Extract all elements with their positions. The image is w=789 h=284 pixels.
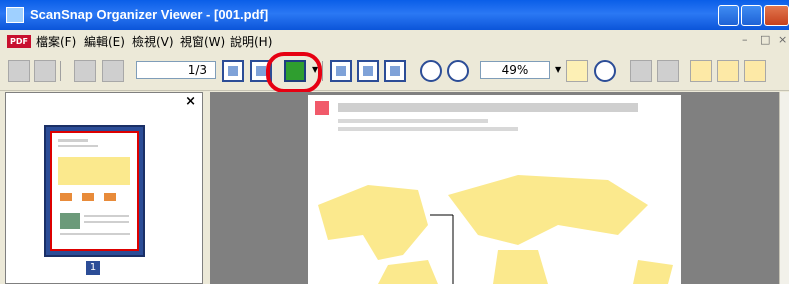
next-page-icon[interactable]: [222, 60, 244, 82]
menu-file[interactable]: 檔案(F): [36, 33, 76, 50]
previous-page-icon[interactable]: [102, 60, 124, 82]
close-panel-icon[interactable]: ×: [185, 94, 196, 109]
save-icon[interactable]: [8, 60, 30, 82]
window-title: ScanSnap Organizer Viewer - [001.pdf]: [30, 7, 269, 22]
fit-page-icon[interactable]: [384, 60, 406, 82]
document-page: [308, 95, 681, 284]
menu-window[interactable]: 視窗(W): [180, 33, 225, 50]
menu-edit[interactable]: 編輯(E): [84, 33, 125, 50]
menu-bar: PDF 檔案(F) 編輯(E) 檢視(V) 視窗(W) 說明(H) – □ ×: [0, 30, 789, 52]
zoom-in-icon[interactable]: [420, 60, 442, 82]
marquee-zoom-icon[interactable]: [594, 60, 616, 82]
zoom-dropdown-icon[interactable]: ▼: [555, 65, 561, 74]
fit-height-icon[interactable]: [330, 60, 352, 82]
mdi-restore-icon[interactable]: □: [760, 33, 770, 46]
close-button[interactable]: [764, 5, 789, 26]
hand-tool-icon[interactable]: [566, 60, 588, 82]
print-icon[interactable]: [34, 60, 56, 82]
mdi-close-icon[interactable]: ×: [778, 33, 787, 46]
callout-highlight: [266, 52, 322, 93]
delete-icon[interactable]: [657, 60, 679, 82]
page-number-label[interactable]: 1: [86, 261, 100, 275]
zoom-out-icon[interactable]: [447, 60, 469, 82]
menu-help[interactable]: 說明(H): [230, 33, 272, 50]
thumbnail-frame[interactable]: [44, 125, 145, 257]
fit-width-icon[interactable]: [357, 60, 379, 82]
pdf-icon: PDF: [7, 35, 31, 48]
app-icon: [6, 7, 24, 23]
vertical-scrollbar[interactable]: [779, 92, 789, 284]
mdi-minimize-icon[interactable]: –: [742, 33, 748, 46]
minimize-button[interactable]: [718, 5, 739, 26]
menu-view[interactable]: 檢視(V): [132, 33, 174, 50]
first-page-icon[interactable]: [74, 60, 96, 82]
rotate-left-icon[interactable]: [690, 60, 712, 82]
zoom-field[interactable]: 49%: [480, 61, 550, 79]
title-bar: ScanSnap Organizer Viewer - [001.pdf]: [0, 0, 789, 30]
thumbnail-panel: × 1: [5, 92, 203, 284]
world-map-illustration: [318, 175, 673, 284]
document-area: [210, 92, 779, 284]
rotate-180-icon[interactable]: [717, 60, 739, 82]
rotate-right-icon[interactable]: [744, 60, 766, 82]
page-number-field[interactable]: 1/3: [136, 61, 216, 79]
undo-icon[interactable]: [630, 60, 652, 82]
maximize-button[interactable]: [741, 5, 762, 26]
toolbar: 1/3 ▼ 49% ▼: [0, 52, 789, 91]
page-thumbnail[interactable]: [50, 131, 139, 251]
